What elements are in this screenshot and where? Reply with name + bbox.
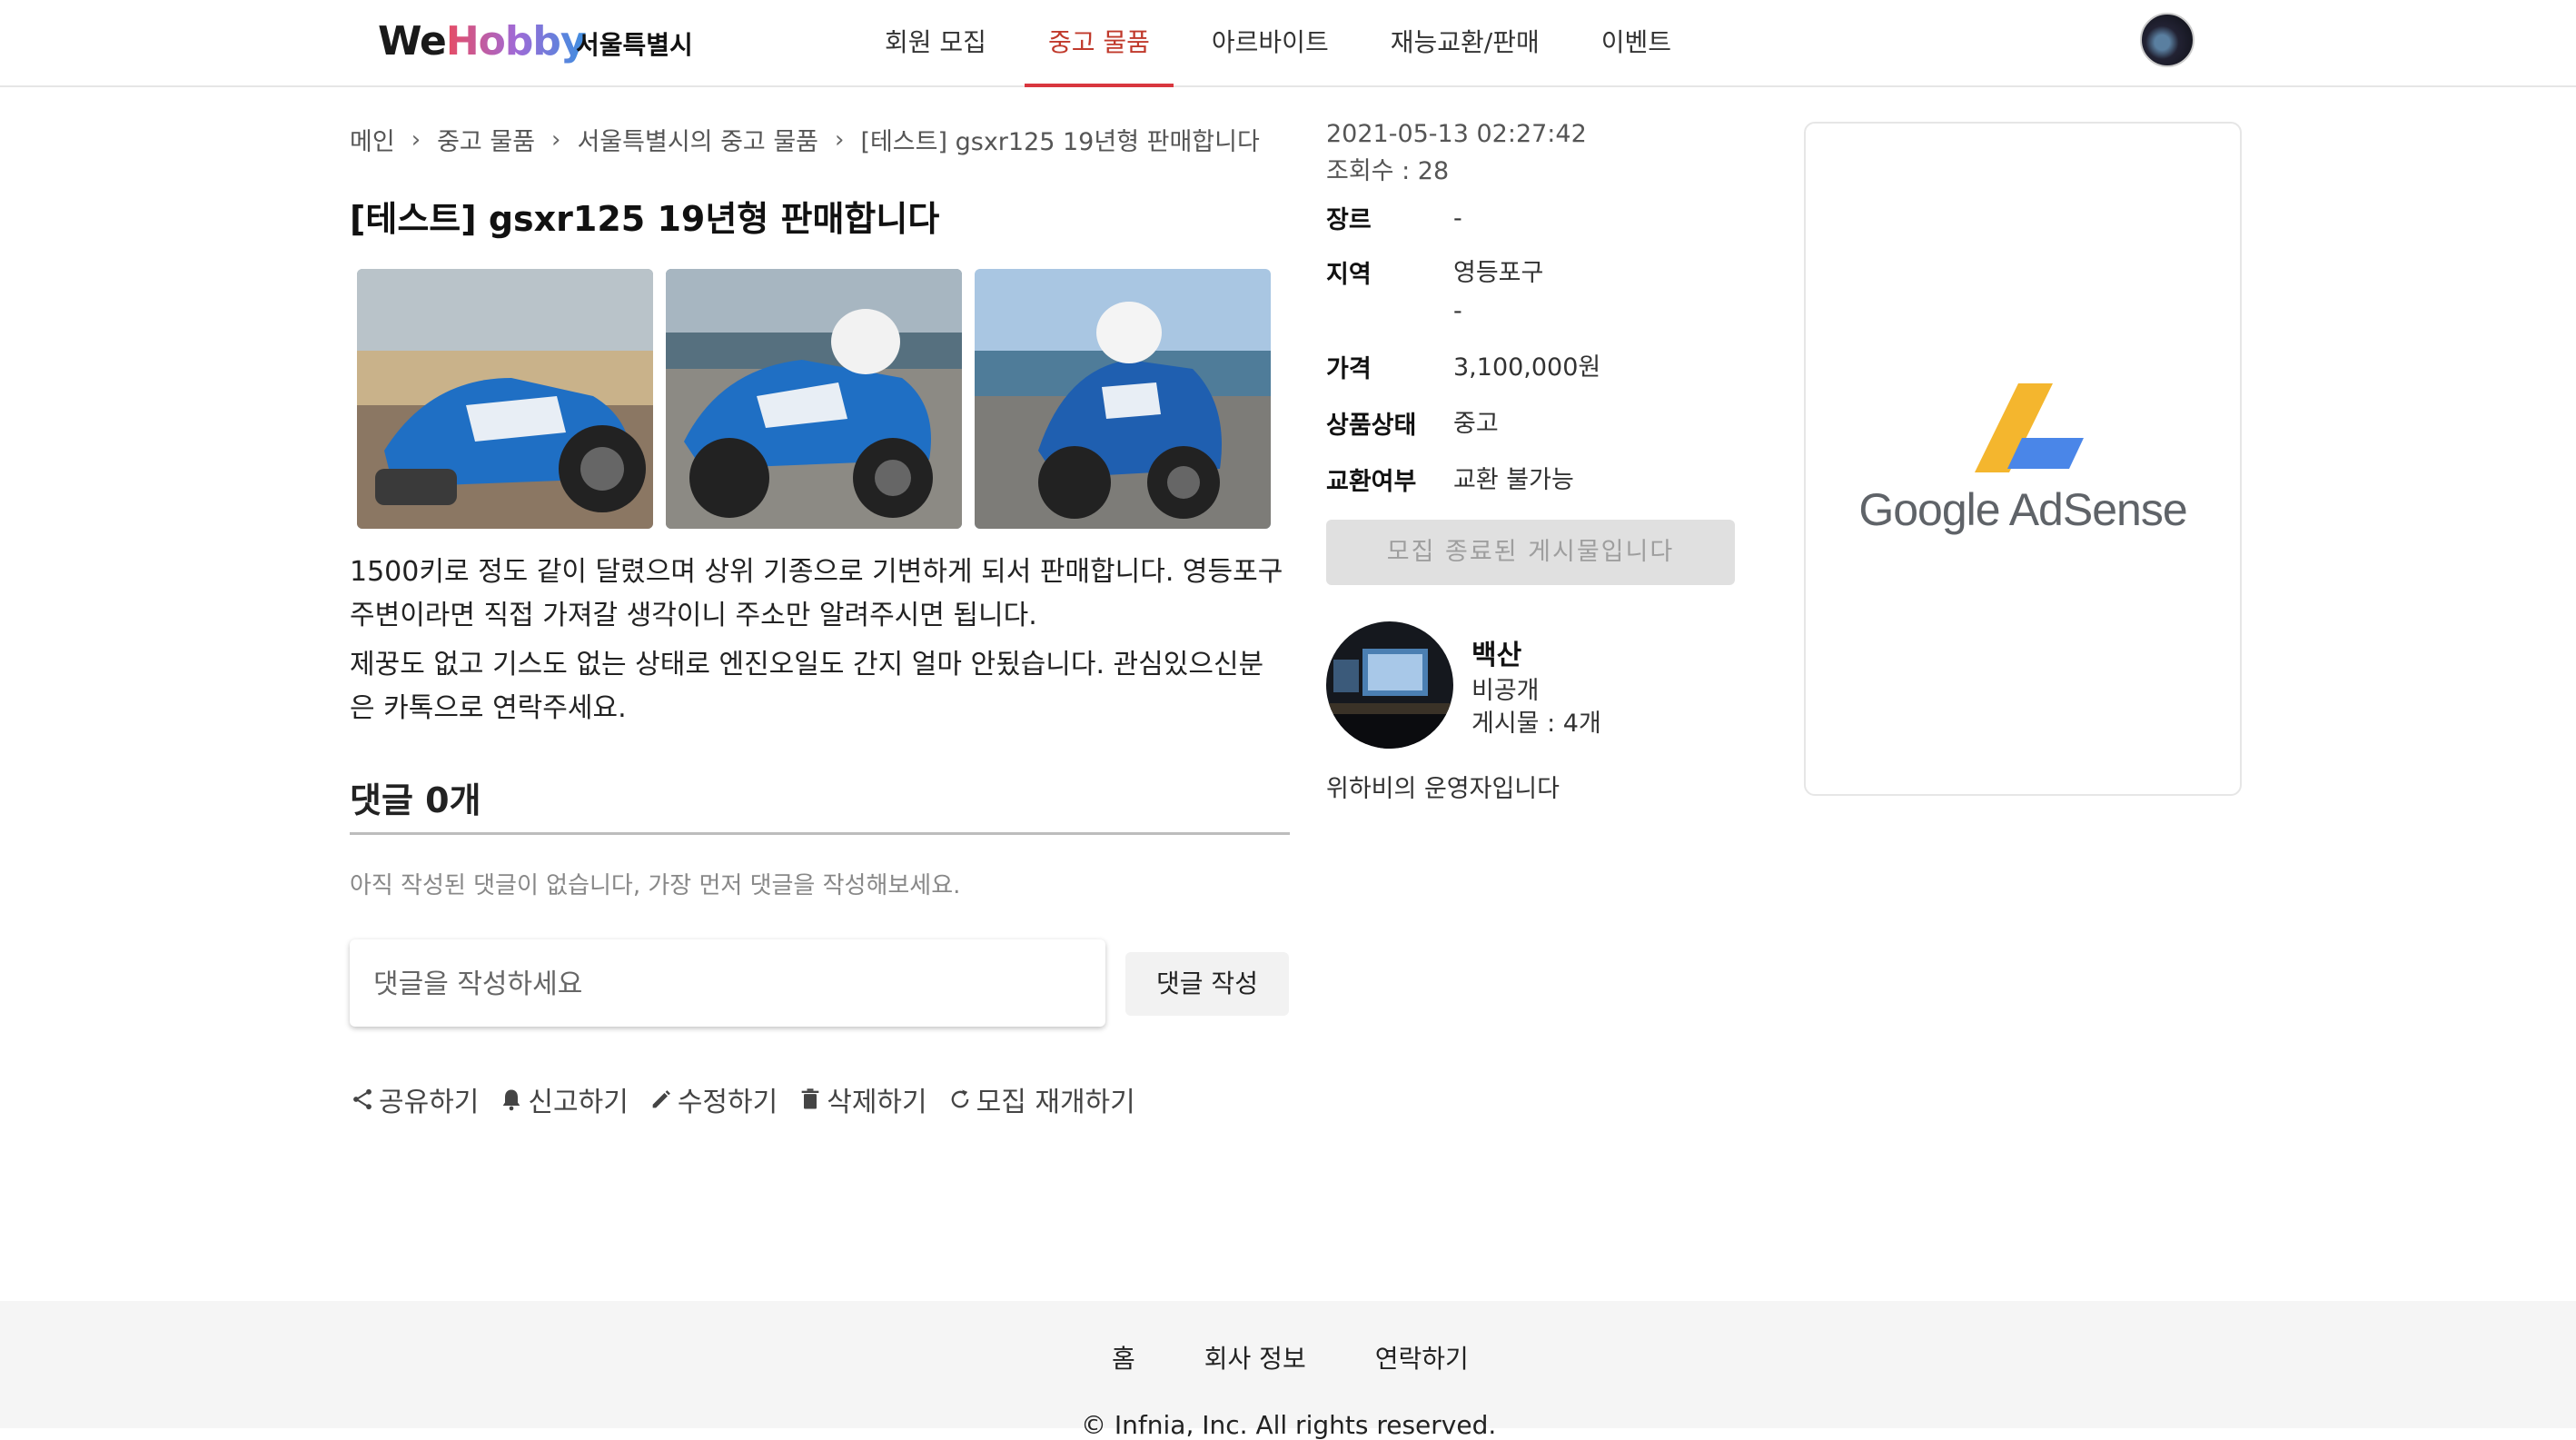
copyright: © Infnia, Inc. All rights reserved.: [1081, 1410, 1497, 1440]
author-bio: 위하비의 운영자입니다: [1326, 775, 1560, 803]
area-detail-value: -: [1453, 297, 1462, 325]
refresh-icon: [951, 1089, 968, 1108]
area-value: 영등포구: [1453, 259, 1544, 287]
genre-label: 장르: [1326, 206, 1372, 234]
post-date: 2021-05-13 02:27:42: [1326, 120, 1587, 148]
footer-links: 홈 회사 정보 연락하기: [1112, 1339, 1538, 1375]
region-selector[interactable]: 서울특별시: [576, 25, 693, 62]
post-title: [테스트] gsxr125 19년형 판매합니다: [350, 199, 940, 239]
footer: 홈 회사 정보 연락하기 © Infnia, Inc. All rights r…: [0, 1301, 2576, 1440]
info-condition: 상품상태 중고: [1326, 405, 1499, 443]
info-area: 지역 영등포구 -: [1326, 254, 1543, 331]
author-name[interactable]: 백산: [1471, 632, 1521, 672]
photo-1[interactable]: [357, 269, 653, 529]
info-price: 가격 3,100,000원: [1326, 349, 1600, 387]
chevron-right-icon: ›: [551, 125, 561, 154]
delete-label: 삭제하기: [827, 1087, 927, 1118]
breadcrumb-region[interactable]: 서울특별시의 중고 물품: [577, 122, 818, 157]
author-visibility: 비공개: [1471, 677, 1540, 705]
condition-value: 중고: [1453, 410, 1499, 438]
exchange-label: 교환여부: [1326, 468, 1417, 496]
nav-item-used-goods[interactable]: 중고 물품: [1024, 0, 1174, 87]
share-button[interactable]: 공유하기: [350, 1079, 479, 1119]
footer-link-home[interactable]: 홈: [1112, 1339, 1135, 1375]
share-label: 공유하기: [379, 1087, 480, 1118]
divider: [350, 832, 1290, 835]
bell-icon: [503, 1089, 520, 1111]
footer-link-company[interactable]: 회사 정보: [1204, 1339, 1306, 1375]
comment-box: [350, 939, 1105, 1028]
report-label: 신고하기: [528, 1087, 629, 1118]
main-nav: 회원 모집 중고 물품 아르바이트 재능교환/판매 이벤트: [861, 0, 1709, 87]
comment-input[interactable]: [372, 939, 1084, 1028]
wehobby-logo[interactable]: WeHobby: [378, 16, 587, 67]
nav-item-parttime[interactable]: 아르바이트: [1188, 0, 1352, 85]
genre-value: -: [1453, 204, 1462, 233]
condition-label: 상품상태: [1326, 412, 1417, 440]
breadcrumb-current: [테스트] gsxr125 19년형 판매합니다: [860, 128, 1260, 156]
logo-hobby: Hobby: [445, 18, 587, 65]
area-values: 영등포구 -: [1453, 254, 1543, 331]
user-avatar[interactable]: [2140, 13, 2195, 67]
breadcrumb-used-goods[interactable]: 중고 물품: [437, 122, 535, 157]
chevron-right-icon: ›: [835, 125, 845, 154]
photo-3[interactable]: [975, 269, 1271, 529]
reopen-button[interactable]: 모집 재개하기: [947, 1079, 1135, 1119]
edit-button[interactable]: 수정하기: [649, 1079, 778, 1119]
price-value: 3,100,000원: [1453, 353, 1601, 382]
trash-icon: [801, 1088, 819, 1109]
author-post-count: 게시물 : 4개: [1471, 710, 1601, 738]
photo-gallery: [357, 269, 1271, 529]
no-comments-text: 아직 작성된 댓글이 없습니다, 가장 먼저 댓글을 작성해보세요.: [350, 872, 961, 899]
nav-item-events[interactable]: 이벤트: [1578, 0, 1695, 85]
photo-2[interactable]: [666, 269, 962, 529]
description-paragraph: 1500키로 정도 같이 달렸으며 상위 기종으로 기변하게 되서 판매합니다.…: [350, 556, 1283, 631]
breadcrumb-home[interactable]: 메인: [350, 122, 395, 157]
pencil-icon: [652, 1090, 670, 1108]
edit-label: 수정하기: [677, 1087, 778, 1118]
breadcrumb: 메인 › 중고 물품 › 서울특별시의 중고 물품 › [테스트] gsxr12…: [350, 122, 1260, 157]
description-paragraph: 제꿍도 없고 기스도 없는 상태로 엔진오일도 간지 얼마 안됬습니다. 관심있…: [350, 649, 1264, 724]
top-header: WeHobby 서울특별시 회원 모집 중고 물품 아르바이트 재능교환/판매 …: [0, 0, 2576, 87]
chevron-right-icon: ›: [411, 125, 421, 154]
price-label: 가격: [1326, 355, 1372, 383]
view-count: 조회수 : 28: [1326, 157, 1450, 185]
share-icon: [353, 1088, 372, 1110]
nav-item-members[interactable]: 회원 모집: [861, 0, 1010, 85]
post-description: 1500키로 정도 같이 달렸으며 상위 기종으로 기변하게 되서 판매합니다.…: [350, 551, 1285, 736]
reopen-label: 모집 재개하기: [976, 1087, 1135, 1118]
exchange-value: 교환 불가능: [1453, 466, 1574, 494]
nav-item-talent[interactable]: 재능교환/판매: [1367, 0, 1563, 85]
post-actions: 공유하기 신고하기 수정하기 삭제하기 모집 재개하기: [350, 1079, 1155, 1119]
adsense-text: Google AdSense: [1858, 484, 2187, 535]
area-label: 지역: [1326, 261, 1372, 289]
info-exchange: 교환여부 교환 불가능: [1326, 462, 1574, 500]
recruitment-closed-button: 모집 종료된 게시물입니다: [1326, 520, 1735, 585]
footer-link-contact[interactable]: 연락하기: [1375, 1339, 1469, 1375]
adsense-logo-icon: [1975, 383, 2084, 472]
adsense-banner[interactable]: Google AdSense: [1804, 122, 2242, 796]
submit-comment-button[interactable]: 댓글 작성: [1125, 952, 1289, 1016]
comments-heading: 댓글 0개: [350, 780, 481, 820]
logo-we: We: [378, 18, 447, 65]
author-avatar[interactable]: [1326, 621, 1453, 749]
report-button[interactable]: 신고하기: [499, 1079, 629, 1119]
info-genre: 장르 -: [1326, 200, 1462, 238]
delete-button[interactable]: 삭제하기: [798, 1079, 927, 1119]
